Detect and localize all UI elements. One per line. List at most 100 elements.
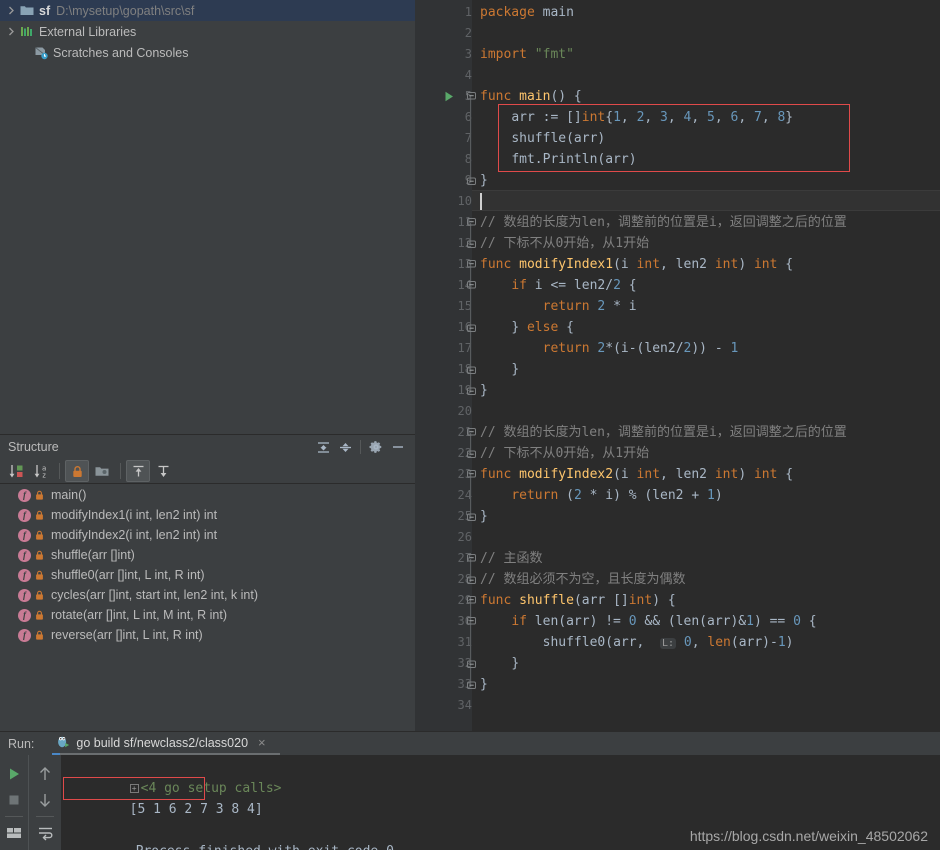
tree-item-scratches-and-consoles[interactable]: Scratches and Consoles [0,42,415,63]
lock-icon [31,550,47,561]
run-tab-title: go build sf/newclass2/class020 [76,735,249,750]
code-line[interactable]: // 下标不从0开始，从1开始 [472,443,649,464]
structure-item[interactable]: f cycles(arr []int, start int, len2 int, … [0,585,415,605]
stop-button[interactable] [2,787,26,813]
structure-item[interactable]: f shuffle0(arr []int, L int, R int) [0,565,415,585]
code-line[interactable]: func main() { [472,86,582,107]
structure-item[interactable]: f main() [0,485,415,505]
function-badge-icon: f [18,508,31,522]
structure-item[interactable]: f rotate(arr []int, L int, M int, R int) [0,605,415,625]
lock-icon [31,490,47,501]
nav-divider [36,816,54,817]
show-non-public-button[interactable] [65,460,89,482]
run-gutter-icon[interactable] [443,86,455,107]
structure-item-label: main() [51,488,87,502]
soft-wrap-button[interactable] [33,820,57,846]
collapse-all-tree-button[interactable] [151,460,175,482]
code-line[interactable]: package main [472,2,574,23]
code-line[interactable]: } [472,674,488,695]
editor-gutter[interactable]: 1 2 3 4 5 6 7 8 9 10 11 12 13 14 15 16 17 18 19 20 21 22 23 24 2… [415,0,476,731]
structure-item-label: modifyIndex1(i int, len2 int) int [51,508,218,522]
line-number: 6 [464,110,472,124]
console-output[interactable]: +<4 go setup calls> [5 1 6 2 7 3 8 4] Pr… [61,755,940,850]
structure-item-label: reverse(arr []int, L int, R int) [51,628,203,642]
code-line[interactable]: if i <= len2/2 { [472,275,636,296]
code-line[interactable]: // 数组的长度为len，调整前的位置是i，返回调整之后的位置 [472,212,847,233]
function-badge-icon: f [18,548,31,562]
run-controls-column [0,755,28,850]
code-line[interactable]: func modifyIndex2(i int, len2 int) int { [472,464,793,485]
gear-icon[interactable] [365,436,387,458]
code-line[interactable]: // 下标不从0开始，从1开始 [472,233,649,254]
run-tab[interactable]: go build sf/newclass2/class020 × [52,732,270,755]
function-badge-icon: f [18,588,31,602]
editor-code-area[interactable]: package main import "fmt" func main() { ar… [472,0,940,731]
code-line[interactable]: shuffle0(arr, L: 0, len(arr)-1) [472,632,794,653]
structure-item[interactable]: f reverse(arr []int, L int, R int) [0,625,415,645]
code-line[interactable] [472,527,480,548]
lock-icon [31,590,47,601]
code-line[interactable]: arr := []int{1, 2, 3, 4, 5, 6, 7, 8} [472,107,793,128]
code-line[interactable] [472,23,480,44]
structure-item[interactable]: f shuffle(arr []int) [0,545,415,565]
structure-item[interactable]: f modifyIndex2(i int, len2 int) int [0,525,415,545]
run-tabbar: Run: go build sf/newclass2/class020 × [0,732,940,755]
line-number: 20 [457,404,472,418]
hide-button[interactable] [387,436,409,458]
code-line[interactable] [472,191,480,212]
tree-item-label: Scratches and Consoles [53,45,189,60]
code-line[interactable]: } [472,170,488,191]
collapse-all-button[interactable] [334,436,356,458]
go-gopher-icon [56,734,70,752]
library-icon [18,21,36,42]
code-line[interactable]: // 主函数 [472,548,542,569]
expand-all-tree-button[interactable] [126,460,150,482]
code-line[interactable] [472,695,480,716]
line-number: 7 [464,131,472,145]
close-icon[interactable]: × [258,735,266,750]
tree-item-label: External Libraries [39,24,137,39]
layout-button[interactable] [2,820,26,846]
sort-alphabetically-button[interactable]: a z [29,460,53,482]
code-line[interactable]: // 数组必须不为空，且长度为偶数 [472,569,685,590]
function-badge-icon: f [18,528,31,542]
code-line[interactable]: return 2 * i [472,296,637,317]
console-setup-line[interactable]: + <4 go setup calls> [67,757,282,796]
chevron-right-icon[interactable] [4,21,18,42]
code-line[interactable]: } [472,653,519,674]
up-stack-button[interactable] [33,761,57,787]
line-number: 26 [457,530,472,544]
tree-item-sf[interactable]: sf D:\mysetup\gopath\src\sf [0,0,415,21]
code-line[interactable]: } [472,359,519,380]
structure-toolbar: a z [0,459,415,484]
code-line[interactable] [472,65,480,86]
rerun-button[interactable] [2,761,26,787]
code-line[interactable]: } else { [472,317,574,338]
code-line[interactable]: func modifyIndex1(i int, len2 int) int { [472,254,793,275]
svg-text:z: z [42,471,46,479]
code-line[interactable]: if len(arr) != 0 && (len(arr)&1) == 0 { [472,611,816,632]
code-line[interactable]: fmt.Println(arr) [472,149,636,170]
watermark: https://blog.csdn.net/weixin_48502062 [689,828,928,844]
code-line[interactable]: import "fmt" [472,44,574,65]
structure-item[interactable]: f modifyIndex1(i int, len2 int) int [0,505,415,525]
run-tool-window: Run: go build sf/newclass2/class020 × + … [0,731,940,850]
down-stack-button[interactable] [33,787,57,813]
code-line[interactable]: func shuffle(arr []int) { [472,590,676,611]
code-line[interactable]: shuffle(arr) [472,128,605,149]
expand-all-button[interactable] [312,436,334,458]
code-line[interactable]: } [472,380,488,401]
structure-item-label: modifyIndex2(i int, len2 int) int [51,528,218,542]
code-line[interactable] [472,401,480,422]
code-line[interactable]: // 数组的长度为len，调整前的位置是i，返回调整之后的位置 [472,422,847,443]
chevron-right-icon[interactable] [4,0,18,21]
code-line[interactable]: return 2*(i-(len2/2)) - 1 [472,338,739,359]
code-line[interactable]: } [472,506,488,527]
code-editor[interactable]: 1 2 3 4 5 6 7 8 9 10 11 12 13 14 15 16 17 18 19 20 21 22 23 24 2… [415,0,940,731]
tree-item-external-libraries[interactable]: External Libraries [0,21,415,42]
sort-by-visibility-button[interactable] [4,460,28,482]
group-by-file-button[interactable] [90,460,114,482]
structure-item-label: rotate(arr []int, L int, M int, R int) [51,608,227,622]
code-line[interactable]: return (2 * i) % (len2 + 1) [472,485,722,506]
structure-item-label: shuffle0(arr []int, L int, R int) [51,568,205,582]
